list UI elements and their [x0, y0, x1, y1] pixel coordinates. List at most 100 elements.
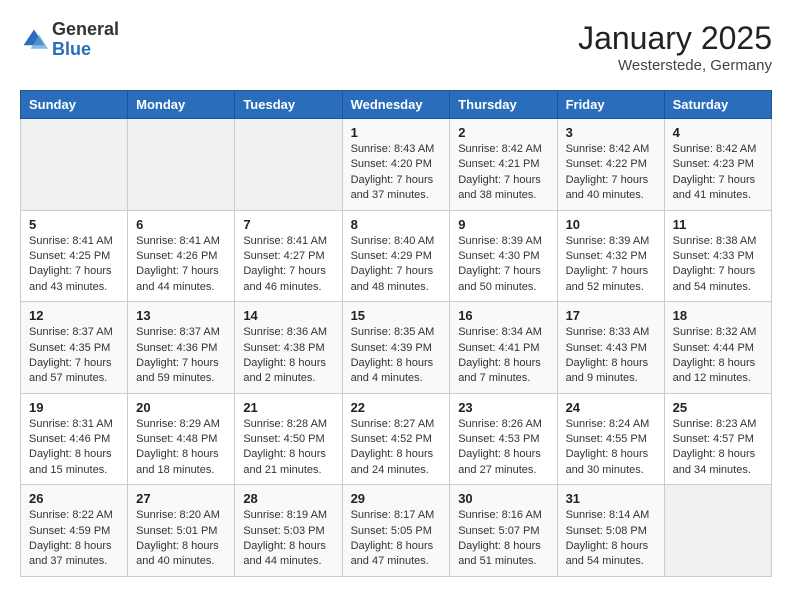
calendar-cell: 21Sunrise: 8:28 AMSunset: 4:50 PMDayligh… — [235, 393, 342, 485]
day-info: Sunrise: 8:34 AMSunset: 4:41 PMDaylight:… — [458, 325, 548, 387]
calendar-cell: 29Sunrise: 8:17 AMSunset: 5:05 PMDayligh… — [342, 485, 450, 577]
day-info: Sunrise: 8:35 AMSunset: 4:39 PMDaylight:… — [351, 325, 442, 387]
day-info: Sunrise: 8:39 AMSunset: 4:30 PMDaylight:… — [458, 234, 548, 296]
day-number: 16 — [458, 308, 548, 323]
calendar-table: SundayMondayTuesdayWednesdayThursdayFrid… — [20, 90, 772, 577]
day-info: Sunrise: 8:27 AMSunset: 4:52 PMDaylight:… — [351, 417, 442, 479]
page-header: General Blue January 2025 Westerstede, G… — [20, 20, 772, 74]
day-number: 21 — [243, 400, 333, 415]
calendar-cell: 20 Sunrise: 8:29 AMSunset: 4:48 PMDayligh… — [128, 393, 235, 485]
day-number: 26 — [29, 491, 119, 506]
day-number: 10 — [566, 217, 656, 232]
calendar-cell — [664, 485, 771, 577]
calendar-cell: 15 Sunrise: 8:35 AMSunset: 4:39 PMDayligh… — [342, 302, 450, 394]
calendar-cell: 31 Sunrise: 8:14 AMSunset: 5:08 PMDayligh… — [557, 485, 664, 577]
day-number: 17 — [566, 308, 656, 323]
day-info: Sunrise: 8:23 AMSunset: 4:57 PMDaylight:… — [673, 417, 763, 479]
calendar-cell: 17Sunrise: 8:33 AMSunset: 4:43 PMDayligh… — [557, 302, 664, 394]
day-info: Sunrise: 8:24 AMSunset: 4:55 PMDaylight:… — [566, 417, 656, 479]
logo-general-text: General — [52, 20, 119, 40]
calendar-week-4: 19Sunrise: 8:31 AMSunset: 4:46 PMDayligh… — [21, 393, 772, 485]
calendar-cell: 3 Sunrise: 8:42 AMSunset: 4:22 PMDaylight… — [557, 119, 664, 211]
day-number: 20 — [136, 400, 226, 415]
logo-icon — [20, 26, 48, 54]
day-number: 6 — [136, 217, 226, 232]
day-number: 15 — [351, 308, 442, 323]
day-number: 9 — [458, 217, 548, 232]
day-number: 11 — [673, 217, 763, 232]
day-number: 22 — [351, 400, 442, 415]
calendar-cell — [21, 119, 128, 211]
calendar-cell: 5Sunrise: 8:41 AMSunset: 4:25 PMDaylight… — [21, 210, 128, 302]
calendar-week-2: 5Sunrise: 8:41 AMSunset: 4:25 PMDaylight… — [21, 210, 772, 302]
day-number: 8 — [351, 217, 442, 232]
day-number: 27 — [136, 491, 226, 506]
calendar-cell: 7 Sunrise: 8:41 AMSunset: 4:27 PMDaylight… — [235, 210, 342, 302]
day-number: 25 — [673, 400, 763, 415]
day-number: 29 — [351, 491, 442, 506]
title-block: January 2025 Westerstede, Germany — [578, 20, 772, 74]
day-info: Sunrise: 8:19 AMSunset: 5:03 PMDaylight:… — [243, 508, 333, 570]
day-info: Sunrise: 8:42 AMSunset: 4:22 PMDaylight:… — [566, 142, 656, 204]
weekday-header-sunday: Sunday — [21, 91, 128, 119]
weekday-header-monday: Monday — [128, 91, 235, 119]
logo: General Blue — [20, 20, 119, 60]
calendar-cell: 24 Sunrise: 8:24 AMSunset: 4:55 PMDayligh… — [557, 393, 664, 485]
day-info: Sunrise: 8:40 AMSunset: 4:29 PMDaylight:… — [351, 234, 442, 296]
day-info: Sunrise: 8:37 AMSunset: 4:36 PMDaylight:… — [136, 325, 226, 387]
weekday-header-row: SundayMondayTuesdayWednesdayThursdayFrid… — [21, 91, 772, 119]
calendar-cell: 12Sunrise: 8:37 AMSunset: 4:35 PMDayligh… — [21, 302, 128, 394]
day-info: Sunrise: 8:42 AMSunset: 4:21 PMDaylight:… — [458, 142, 548, 204]
day-info: Sunrise: 8:39 AMSunset: 4:32 PMDaylight:… — [566, 234, 656, 296]
calendar-cell: 8 Sunrise: 8:40 AMSunset: 4:29 PMDaylight… — [342, 210, 450, 302]
calendar-cell: 30Sunrise: 8:16 AMSunset: 5:07 PMDayligh… — [450, 485, 557, 577]
day-number: 2 — [458, 125, 548, 140]
calendar-cell: 18 Sunrise: 8:32 AMSunset: 4:44 PMDayligh… — [664, 302, 771, 394]
calendar-cell: 28 Sunrise: 8:19 AMSunset: 5:03 PMDayligh… — [235, 485, 342, 577]
location-text: Westerstede, Germany — [578, 57, 772, 74]
calendar-cell — [235, 119, 342, 211]
calendar-week-1: 1Sunrise: 8:43 AMSunset: 4:20 PMDaylight… — [21, 119, 772, 211]
day-number: 30 — [458, 491, 548, 506]
weekday-header-tuesday: Tuesday — [235, 91, 342, 119]
day-info: Sunrise: 8:32 AMSunset: 4:44 PMDaylight:… — [673, 325, 763, 387]
day-info: Sunrise: 8:31 AMSunset: 4:46 PMDaylight:… — [29, 417, 119, 479]
day-number: 24 — [566, 400, 656, 415]
calendar-cell: 1Sunrise: 8:43 AMSunset: 4:20 PMDaylight… — [342, 119, 450, 211]
calendar-cell: 11 Sunrise: 8:38 AMSunset: 4:33 PMDayligh… — [664, 210, 771, 302]
day-info: Sunrise: 8:26 AMSunset: 4:53 PMDaylight:… — [458, 417, 548, 479]
calendar-week-3: 12Sunrise: 8:37 AMSunset: 4:35 PMDayligh… — [21, 302, 772, 394]
calendar-cell: 26Sunrise: 8:22 AMSunset: 4:59 PMDayligh… — [21, 485, 128, 577]
day-number: 13 — [136, 308, 226, 323]
calendar-cell: 19Sunrise: 8:31 AMSunset: 4:46 PMDayligh… — [21, 393, 128, 485]
calendar-cell: 14Sunrise: 8:36 AMSunset: 4:38 PMDayligh… — [235, 302, 342, 394]
day-info: Sunrise: 8:41 AMSunset: 4:25 PMDaylight:… — [29, 234, 119, 296]
day-number: 3 — [566, 125, 656, 140]
day-number: 23 — [458, 400, 548, 415]
day-info: Sunrise: 8:41 AMSunset: 4:26 PMDaylight:… — [136, 234, 226, 296]
calendar-cell: 27 Sunrise: 8:20 AMSunset: 5:01 PMDayligh… — [128, 485, 235, 577]
day-info: Sunrise: 8:42 AMSunset: 4:23 PMDaylight:… — [673, 142, 763, 204]
calendar-cell: 10 Sunrise: 8:39 AMSunset: 4:32 PMDayligh… — [557, 210, 664, 302]
day-info: Sunrise: 8:38 AMSunset: 4:33 PMDaylight:… — [673, 234, 763, 296]
day-number: 28 — [243, 491, 333, 506]
day-info: Sunrise: 8:14 AMSunset: 5:08 PMDaylight:… — [566, 508, 656, 570]
calendar-week-5: 26Sunrise: 8:22 AMSunset: 4:59 PMDayligh… — [21, 485, 772, 577]
calendar-cell: 13 Sunrise: 8:37 AMSunset: 4:36 PMDayligh… — [128, 302, 235, 394]
day-number: 14 — [243, 308, 333, 323]
calendar-cell: 6 Sunrise: 8:41 AMSunset: 4:26 PMDaylight… — [128, 210, 235, 302]
day-number: 1 — [351, 125, 442, 140]
day-number: 7 — [243, 217, 333, 232]
day-info: Sunrise: 8:20 AMSunset: 5:01 PMDaylight:… — [136, 508, 226, 570]
calendar-cell: 23 Sunrise: 8:26 AMSunset: 4:53 PMDayligh… — [450, 393, 557, 485]
day-info: Sunrise: 8:37 AMSunset: 4:35 PMDaylight:… — [29, 325, 119, 387]
calendar-cell: 4Sunrise: 8:42 AMSunset: 4:23 PMDaylight… — [664, 119, 771, 211]
day-info: Sunrise: 8:29 AMSunset: 4:48 PMDaylight:… — [136, 417, 226, 479]
weekday-header-wednesday: Wednesday — [342, 91, 450, 119]
day-number: 18 — [673, 308, 763, 323]
day-number: 31 — [566, 491, 656, 506]
logo-blue-text: Blue — [52, 40, 119, 60]
day-info: Sunrise: 8:41 AMSunset: 4:27 PMDaylight:… — [243, 234, 333, 296]
calendar-cell: 16 Sunrise: 8:34 AMSunset: 4:41 PMDayligh… — [450, 302, 557, 394]
weekday-header-thursday: Thursday — [450, 91, 557, 119]
